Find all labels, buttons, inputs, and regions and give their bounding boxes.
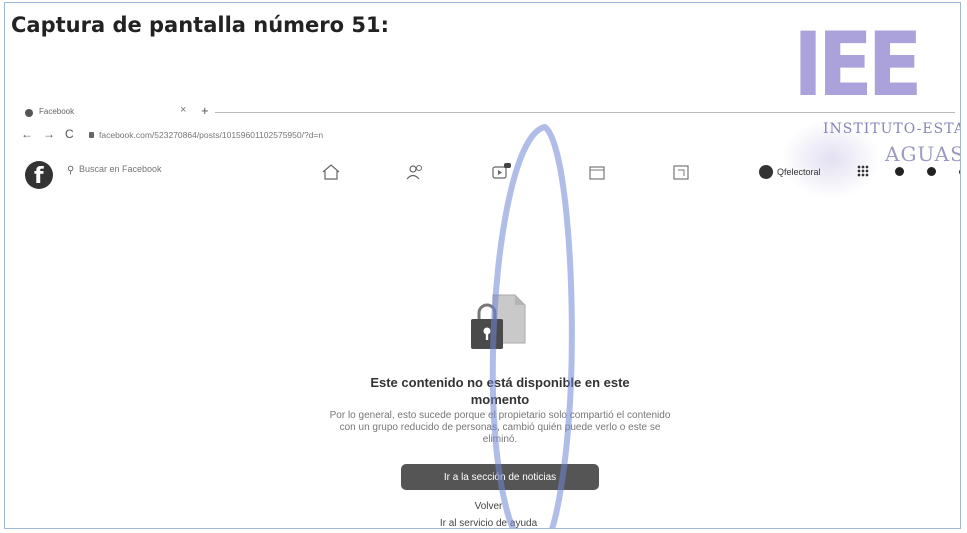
search-icon: ⚲ [67, 165, 75, 176]
avatar [759, 165, 773, 179]
browser-address-row: ← → C facebook.com/523270864/posts/10159… [15, 127, 960, 147]
home-icon[interactable] [321, 163, 343, 183]
grid-menu-icon[interactable] [857, 165, 869, 177]
browser-tab-strip: Facebook × + [15, 103, 960, 125]
unavailable-title: Este contenido no está disponible en est… [370, 375, 630, 407]
tab-strip-divider [215, 112, 955, 113]
screenshot-frame: Captura de pantalla número 51: IEE INSTI… [4, 2, 961, 529]
profile-name: Qfelectoral [777, 167, 821, 177]
gaming-icon[interactable] [671, 163, 693, 183]
browser-tab-title[interactable]: Facebook [39, 107, 74, 116]
address-bar-url[interactable]: facebook.com/523270864/posts/10159601102… [99, 130, 323, 140]
bell-icon[interactable] [927, 167, 936, 176]
go-to-news-feed-button[interactable]: Ir a la sección de noticias [401, 464, 599, 490]
document-title: Captura de pantalla número 51: [11, 13, 390, 37]
marketplace-icon[interactable] [587, 163, 609, 183]
friends-icon[interactable] [405, 163, 427, 183]
locked-document-icon [467, 293, 529, 357]
back-arrow-icon[interactable]: ← [21, 127, 33, 141]
facebook-logo-letter: f [34, 164, 44, 189]
facebook-search-input[interactable] [79, 164, 219, 174]
new-tab-icon[interactable]: + [201, 103, 209, 118]
tab-close-icon[interactable]: × [180, 104, 186, 116]
forward-arrow-icon[interactable]: → [43, 127, 55, 141]
secure-lock-icon [89, 132, 94, 138]
stamp-letters: IEE [793, 13, 923, 116]
tab-favicon-icon [25, 109, 33, 117]
messenger-icon[interactable] [895, 167, 904, 176]
back-link[interactable]: Volver [5, 501, 960, 512]
account-chevron-icon[interactable] [959, 169, 960, 175]
facebook-header: f ⚲ Qfelectoral [15, 151, 960, 195]
unavailable-description: Por lo general, esto sucede porque el pr… [329, 410, 671, 445]
watch-icon[interactable] [491, 163, 513, 183]
reload-icon[interactable]: C [65, 127, 74, 141]
facebook-logo-icon[interactable]: f [25, 161, 53, 189]
help-center-link[interactable]: Ir al servicio de ayuda [5, 518, 960, 528]
